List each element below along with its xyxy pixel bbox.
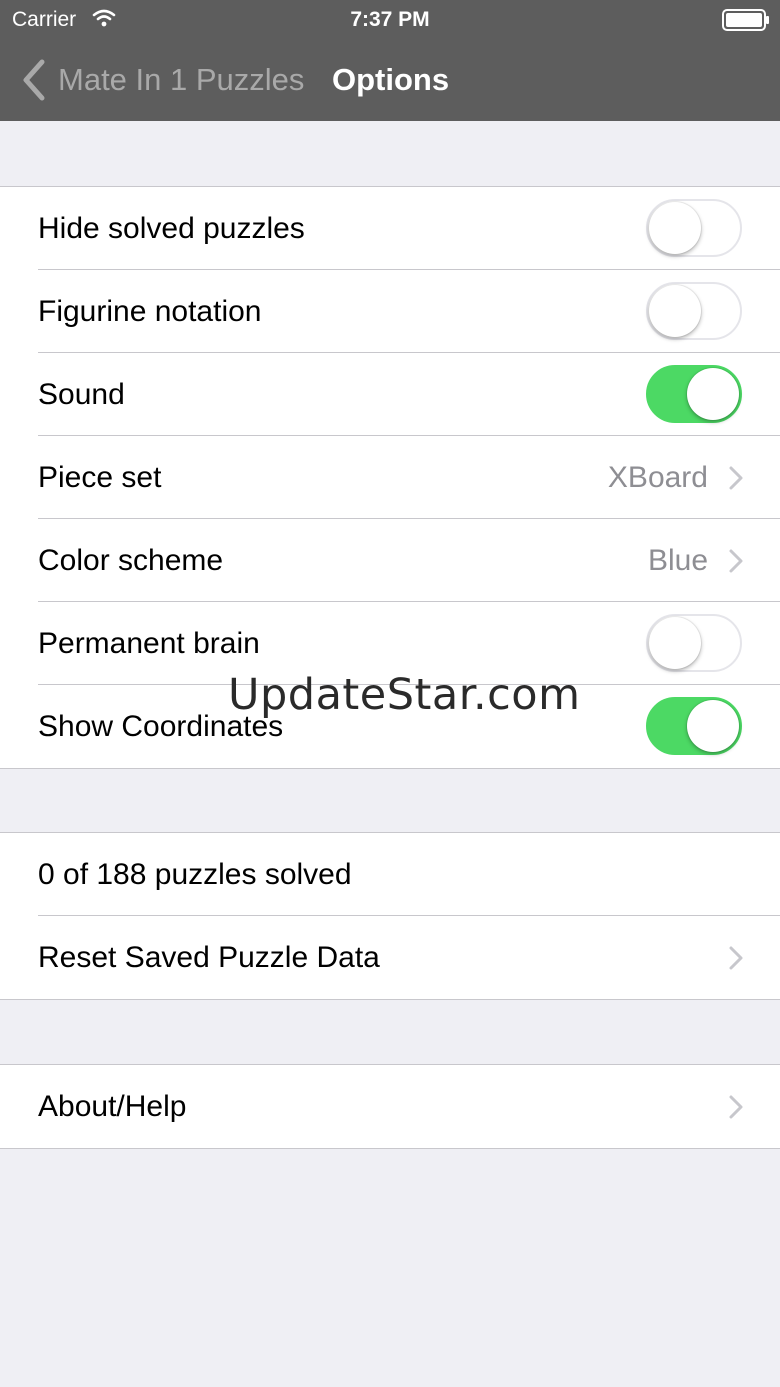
sound-toggle[interactable]	[646, 365, 742, 423]
permanent-brain-row: Permanent brain	[0, 602, 780, 685]
permanent-brain-label: Permanent brain	[38, 626, 260, 660]
color-scheme-row[interactable]: Color scheme Blue	[0, 519, 780, 602]
reset-data-row[interactable]: Reset Saved Puzzle Data	[0, 916, 780, 999]
about-help-label: About/Help	[38, 1089, 187, 1123]
chevron-right-icon	[729, 549, 743, 573]
sound-label: Sound	[38, 377, 125, 411]
hide-solved-label: Hide solved puzzles	[38, 211, 305, 245]
hide-solved-toggle[interactable]	[646, 199, 742, 257]
page-title: Options	[332, 62, 450, 97]
status-bar: Carrier 7:37 PM	[0, 0, 780, 40]
chevron-right-icon	[729, 946, 743, 970]
show-coordinates-toggle[interactable]	[646, 697, 742, 755]
toggle-knob	[649, 202, 701, 254]
figurine-notation-label: Figurine notation	[38, 294, 262, 328]
battery-icon	[722, 9, 769, 31]
figurine-notation-row: Figurine notation	[0, 270, 780, 353]
back-label: Mate In 1 Puzzles	[58, 62, 305, 97]
about-section: About/Help	[0, 1064, 780, 1149]
toggle-knob	[649, 285, 701, 337]
toggle-knob	[687, 368, 739, 420]
color-scheme-value: Blue	[647, 543, 708, 577]
solved-count-row: 0 of 188 puzzles solved	[0, 833, 780, 916]
color-scheme-label: Color scheme	[38, 543, 224, 577]
piece-set-label: Piece set	[38, 460, 162, 494]
back-chevron-icon	[23, 59, 45, 101]
toggle-knob	[687, 700, 739, 752]
chevron-right-icon	[729, 466, 743, 490]
solved-count-text: 0 of 188 puzzles solved	[38, 857, 352, 891]
status-time: 7:37 PM	[350, 8, 430, 31]
permanent-brain-toggle[interactable]	[646, 614, 742, 672]
piece-set-row[interactable]: Piece set XBoard	[0, 436, 780, 519]
back-button[interactable]: Mate In 1 Puzzles	[18, 56, 304, 104]
reset-data-label: Reset Saved Puzzle Data	[38, 940, 380, 974]
sound-row: Sound	[0, 353, 780, 436]
toggle-knob	[649, 617, 701, 669]
figurine-notation-toggle[interactable]	[646, 282, 742, 340]
show-coordinates-label: Show Coordinates	[38, 709, 284, 743]
hide-solved-row: Hide solved puzzles	[0, 187, 780, 270]
piece-set-value: XBoard	[607, 460, 708, 494]
about-help-row[interactable]: About/Help	[0, 1065, 780, 1148]
options-section: Hide solved puzzles Figurine notation So…	[0, 186, 780, 769]
show-coordinates-row: Show Coordinates	[0, 685, 780, 768]
navigation-bar: Mate In 1 Puzzles Options	[0, 40, 780, 121]
puzzles-section: 0 of 188 puzzles solved Reset Saved Puzz…	[0, 832, 780, 1000]
top-bar: Carrier 7:37 PM Mate In 1 Puzzles Option…	[0, 0, 780, 121]
chevron-right-icon	[729, 1095, 743, 1119]
